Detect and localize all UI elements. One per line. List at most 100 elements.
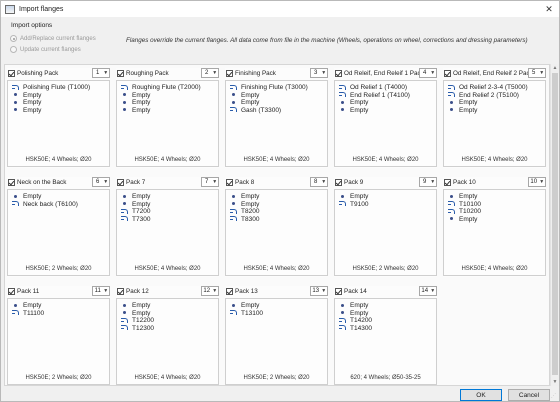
wheel-item[interactable]: Empty <box>12 302 108 310</box>
wheel-item[interactable]: Empty <box>230 99 326 107</box>
wheel-item[interactable]: Empty <box>121 302 217 310</box>
wheel-item[interactable]: Gash (T3300) <box>230 107 326 115</box>
wheel-label: Empty <box>132 309 151 317</box>
wheel-item[interactable]: Empty <box>448 99 544 107</box>
cancel-button[interactable]: Cancel <box>508 389 550 401</box>
wheel-item[interactable]: Empty <box>339 193 435 201</box>
scroll-down-icon[interactable]: ▼ <box>551 378 559 386</box>
pack-checkbox[interactable] <box>117 288 124 295</box>
wheel-list: Empty T11100 <box>12 302 108 317</box>
wheel-item[interactable]: End Relief 2 (T5100) <box>448 92 544 100</box>
wheel-item[interactable]: Empty <box>339 310 435 318</box>
pack-number-select[interactable]: 7 ▼ <box>201 177 219 187</box>
pack-checkbox[interactable] <box>8 70 15 77</box>
radio-indicator <box>10 46 17 53</box>
packs-scroll-area[interactable]: Polishing Pack 1 ▼ Polishing Flute (T1000) E… <box>4 64 550 386</box>
wheel-item[interactable]: T8200 <box>230 208 326 216</box>
wheel-item[interactable]: Od Relief 2-3-4 (T5000) <box>448 84 544 92</box>
pack-checkbox[interactable] <box>8 288 15 295</box>
pack-checkbox[interactable] <box>8 179 15 186</box>
wheel-item[interactable]: T11100 <box>12 310 108 318</box>
wheel-item[interactable]: Empty <box>339 99 435 107</box>
pack-number-select[interactable]: 1 ▼ <box>92 68 110 78</box>
pack-card: Od Releif, End Releif 2 Pack 5 ▼ Od Relief … <box>443 68 546 168</box>
wheel-item[interactable]: Empty <box>230 302 326 310</box>
wheel-item[interactable]: T7300 <box>121 216 217 224</box>
pack-checkbox[interactable] <box>226 179 233 186</box>
add-replace-radio[interactable]: Add/Replace current flanges <box>10 35 96 42</box>
wheel-item[interactable]: Empty <box>121 310 217 318</box>
vertical-scrollbar[interactable]: ▲ ▼ <box>550 64 559 386</box>
pack-number-select[interactable]: 4 ▼ <box>419 68 437 78</box>
wheel-item[interactable]: Empty <box>339 107 435 115</box>
wheel-item[interactable]: Neck back (T6100) <box>12 201 108 209</box>
wheel-label: Empty <box>241 91 260 99</box>
pack-number-select[interactable]: 3 ▼ <box>310 68 328 78</box>
pack-number-select[interactable]: 10 ▼ <box>528 177 546 187</box>
pack-number-select[interactable]: 11 ▼ <box>92 286 110 296</box>
wheel-item[interactable]: T12300 <box>121 325 217 333</box>
wheel-item[interactable]: T10200 <box>448 208 544 216</box>
wheel-item[interactable]: Empty <box>12 99 108 107</box>
wheel-item[interactable]: Empty <box>448 216 544 224</box>
wheel-label: Empty <box>23 302 42 310</box>
pack-number-value: 7 <box>205 179 209 185</box>
pack-number-select[interactable]: 5 ▼ <box>528 68 546 78</box>
add-replace-label: Add/Replace current flanges <box>20 35 96 42</box>
wheel-item[interactable]: T14300 <box>339 325 435 333</box>
chevron-down-icon: ▼ <box>430 288 436 294</box>
pack-name: Polishing Pack <box>17 70 59 77</box>
scrollbar-thumb[interactable] <box>552 73 558 375</box>
scroll-up-icon[interactable]: ▲ <box>551 64 559 72</box>
resize-grip-icon[interactable]: ⋰ <box>551 393 557 399</box>
pack-number-select[interactable]: 13 ▼ <box>310 286 328 296</box>
wheel-item[interactable]: Empty <box>121 107 217 115</box>
pack-summary: HSK50E; 2 Wheels; Ø20 <box>243 375 310 381</box>
pack-checkbox[interactable] <box>444 179 451 186</box>
wheel-item[interactable]: T12200 <box>121 317 217 325</box>
wheel-item[interactable]: Empty <box>230 201 326 209</box>
wheel-item[interactable]: Roughing Flute (T2000) <box>121 84 217 92</box>
pack-number-select[interactable]: 12 ▼ <box>201 286 219 296</box>
wheel-item[interactable]: T10100 <box>448 201 544 209</box>
wheel-item[interactable]: Polishing Flute (T1000) <box>12 84 108 92</box>
pack-checkbox[interactable] <box>117 70 124 77</box>
wheel-list: Empty T10100 T10200 Empty <box>448 193 544 223</box>
wheel-item[interactable]: T9100 <box>339 201 435 209</box>
wheel-item[interactable]: T14200 <box>339 317 435 325</box>
wheel-item[interactable]: Empty <box>12 193 108 201</box>
wheel-item[interactable]: Empty <box>448 193 544 201</box>
wheel-item[interactable]: T13100 <box>230 310 326 318</box>
pack-checkbox[interactable] <box>335 179 342 186</box>
pack-checkbox[interactable] <box>226 288 233 295</box>
wheel-item[interactable]: Empty <box>448 107 544 115</box>
wheel-item[interactable]: Empty <box>121 99 217 107</box>
wheel-item[interactable]: Empty <box>230 193 326 201</box>
pack-number-select[interactable]: 8 ▼ <box>310 177 328 187</box>
update-current-radio[interactable]: Update current flanges <box>10 46 81 53</box>
wheel-item[interactable]: Empty <box>121 193 217 201</box>
wheel-item[interactable]: Finishing Flute (T3000) <box>230 84 326 92</box>
wheel-item[interactable]: End Relief 1 (T4100) <box>339 92 435 100</box>
close-icon[interactable]: ✕ <box>543 3 555 15</box>
pack-checkbox[interactable] <box>335 70 342 77</box>
wheel-item[interactable]: T7200 <box>121 208 217 216</box>
pack-checkbox[interactable] <box>117 179 124 186</box>
pack-checkbox[interactable] <box>444 70 451 77</box>
pack-number-select[interactable]: 6 ▼ <box>92 177 110 187</box>
wheel-item[interactable]: Empty <box>121 92 217 100</box>
wheel-item[interactable]: T8300 <box>230 216 326 224</box>
wheel-item[interactable]: Empty <box>12 92 108 100</box>
pack-number-select[interactable]: 14 ▼ <box>419 286 437 296</box>
pack-checkbox[interactable] <box>226 70 233 77</box>
wheel-item[interactable]: Od Relief 1 (T4000) <box>339 84 435 92</box>
wheel-item[interactable]: Empty <box>121 201 217 209</box>
pack-number-select[interactable]: 2 ▼ <box>201 68 219 78</box>
pack-number-select[interactable]: 9 ▼ <box>419 177 437 187</box>
wheel-item[interactable]: Empty <box>339 302 435 310</box>
pack-checkbox[interactable] <box>335 288 342 295</box>
wheel-item[interactable]: Empty <box>12 107 108 115</box>
pack-name: Roughing Pack <box>126 70 169 77</box>
ok-button[interactable]: OK <box>460 389 502 401</box>
wheel-item[interactable]: Empty <box>230 92 326 100</box>
